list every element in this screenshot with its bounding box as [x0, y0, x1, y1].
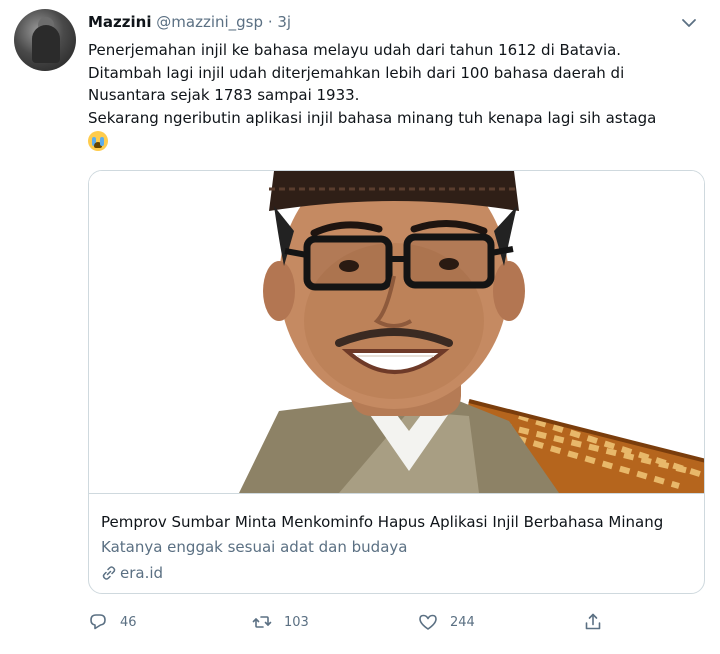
tweet-text-line: Nusantara sejak 1783 sampai 1933.: [88, 86, 360, 104]
tweet-actions: 46 103 244: [88, 608, 608, 636]
tweet-text-line: Sekarang ngeributin aplikasi injil bahas…: [88, 108, 657, 127]
card-title[interactable]: Pemprov Sumbar Minta Menkominfo Hapus Ap…: [101, 512, 693, 532]
tweet-text: Penerjemahan injil ke bahasa melayu udah…: [88, 39, 708, 153]
card-description: Katanya enggak sesuai adat dan budaya: [101, 538, 408, 556]
retweet-button[interactable]: 103: [252, 608, 309, 636]
share-icon: [585, 613, 601, 630]
card-image: [89, 171, 704, 493]
retweet-count: 103: [284, 614, 309, 630]
tweet-text-line: Ditambah lagi injil udah diterjemahkan l…: [88, 63, 625, 82]
emoji-line: [88, 129, 708, 153]
retweet-icon: [252, 616, 272, 628]
card-divider: [89, 493, 704, 494]
link-card[interactable]: Pemprov Sumbar Minta Menkominfo Hapus Ap…: [88, 170, 705, 594]
heart-icon: [419, 614, 437, 630]
share-button[interactable]: [583, 608, 603, 636]
tweet-timestamp[interactable]: 3j: [277, 13, 291, 31]
card-domain[interactable]: era.id: [101, 563, 163, 583]
reply-icon: [90, 614, 106, 630]
link-icon: [102, 566, 116, 580]
author-name[interactable]: Mazzini: [88, 13, 151, 31]
avatar-body-shape: [32, 25, 60, 63]
like-count: 244: [450, 614, 475, 630]
tweet-text-line: Penerjemahan injil ke bahasa melayu udah…: [88, 41, 622, 59]
author-handle[interactable]: @mazzini_gsp: [156, 13, 263, 31]
loudly-crying-face-icon: [88, 131, 108, 151]
avatar[interactable]: [14, 9, 76, 71]
separator-dot: ·: [267, 13, 273, 31]
like-button[interactable]: 244: [418, 608, 475, 636]
card-domain-text: era.id: [120, 564, 164, 582]
chevron-down-icon[interactable]: [680, 14, 698, 32]
tweet-header: Mazzini @mazzini_gsp · 3j: [88, 12, 680, 32]
reply-count: 46: [120, 614, 137, 630]
reply-button[interactable]: 46: [88, 608, 137, 636]
